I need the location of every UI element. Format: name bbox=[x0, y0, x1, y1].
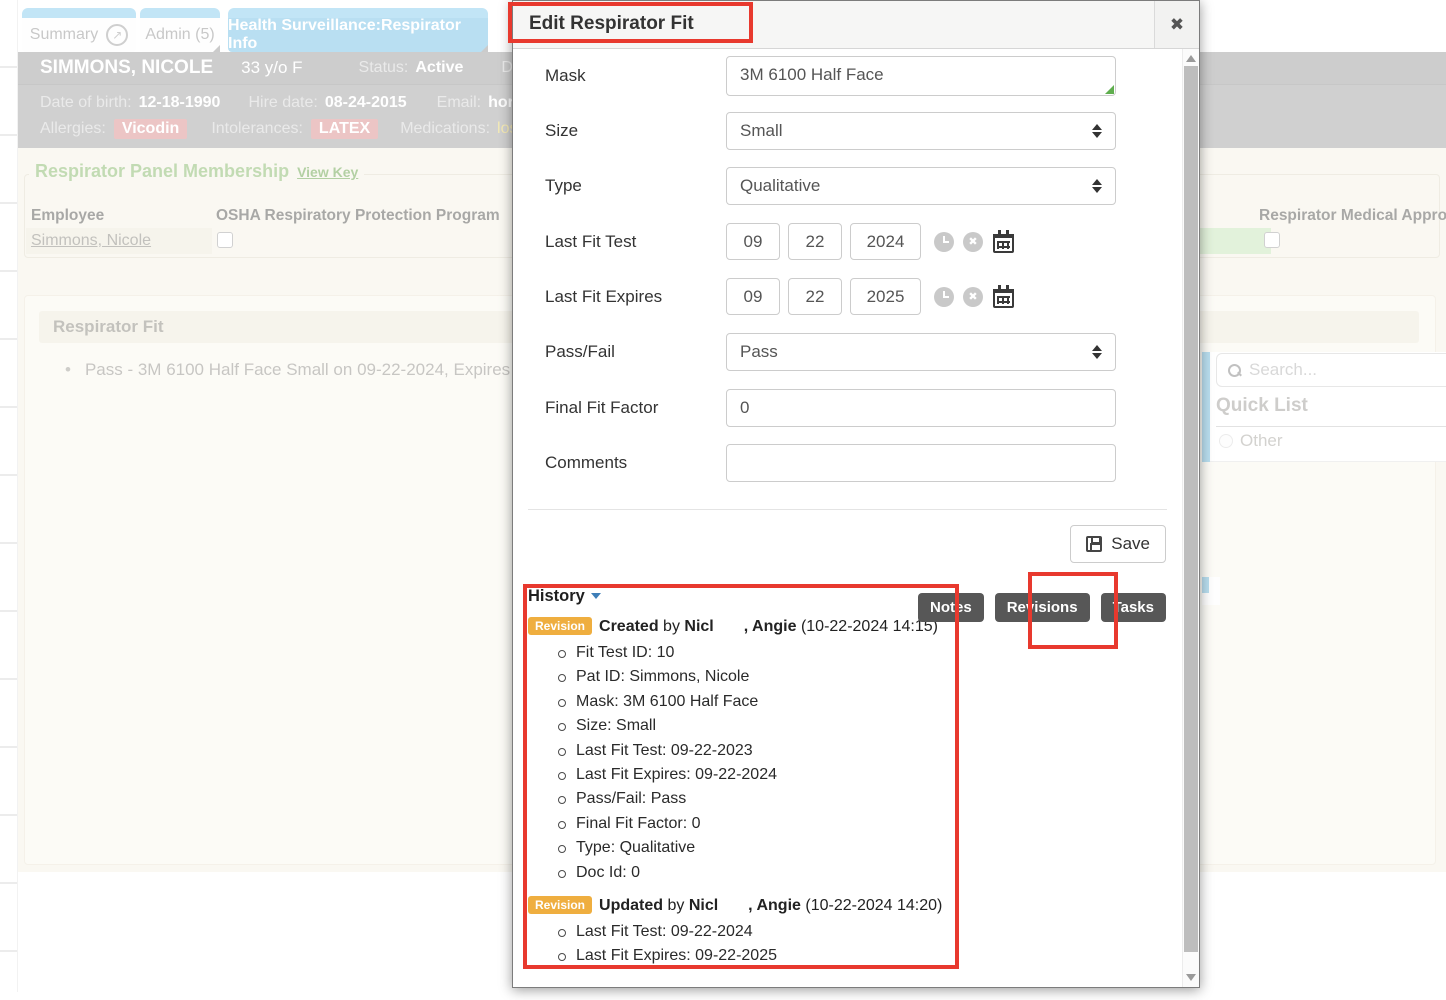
passfail-select[interactable]: Pass bbox=[726, 333, 1116, 371]
size-select[interactable]: Small bbox=[726, 112, 1116, 150]
mask-label: Mask bbox=[513, 66, 726, 86]
last-fit-test-label: Last Fit Test bbox=[513, 232, 726, 252]
last-fit-expires-label: Last Fit Expires bbox=[513, 287, 726, 307]
page: Summary ↗ Admin (5) Health Surveillance:… bbox=[0, 0, 1446, 1000]
passfail-label: Pass/Fail bbox=[513, 342, 726, 362]
size-label: Size bbox=[513, 121, 726, 141]
type-label: Type bbox=[513, 176, 726, 196]
calendar-icon[interactable] bbox=[993, 234, 1014, 253]
select-arrows-icon bbox=[1092, 124, 1102, 138]
last-fit-expires-month-input[interactable] bbox=[726, 278, 780, 315]
scrollbar-thumb[interactable] bbox=[1184, 66, 1198, 952]
scroll-up-icon[interactable] bbox=[1186, 55, 1196, 62]
save-icon bbox=[1086, 536, 1102, 552]
modal-scrollbar[interactable] bbox=[1182, 49, 1199, 987]
calendar-icon[interactable] bbox=[993, 289, 1014, 308]
save-button[interactable]: Save bbox=[1070, 525, 1166, 563]
divider bbox=[528, 509, 1167, 510]
clock-icon[interactable] bbox=[934, 287, 954, 307]
annotation-box-history bbox=[523, 584, 959, 969]
clear-date-icon[interactable]: ✖ bbox=[963, 287, 983, 307]
resize-handle-icon[interactable] bbox=[1105, 85, 1114, 94]
last-fit-expires-year-input[interactable] bbox=[850, 278, 921, 315]
final-fit-factor-input[interactable]: 0 bbox=[726, 389, 1116, 427]
close-icon[interactable]: ✖ bbox=[1154, 1, 1199, 48]
annotation-box-title bbox=[508, 2, 753, 43]
type-select[interactable]: Qualitative bbox=[726, 167, 1116, 205]
comments-label: Comments bbox=[513, 453, 726, 473]
clock-icon[interactable] bbox=[934, 232, 954, 252]
final-fit-factor-label: Final Fit Factor bbox=[513, 398, 726, 418]
clear-date-icon[interactable]: ✖ bbox=[963, 232, 983, 252]
last-fit-test-day-input[interactable] bbox=[788, 223, 842, 260]
comments-input[interactable] bbox=[726, 444, 1116, 482]
scroll-down-icon[interactable] bbox=[1186, 974, 1196, 981]
annotation-box-revisions bbox=[1028, 572, 1118, 649]
last-fit-test-year-input[interactable] bbox=[850, 223, 921, 260]
last-fit-test-month-input[interactable] bbox=[726, 223, 780, 260]
mask-textarea[interactable]: 3M 6100 Half Face bbox=[726, 56, 1116, 96]
last-fit-expires-day-input[interactable] bbox=[788, 278, 842, 315]
select-arrows-icon bbox=[1092, 179, 1102, 193]
select-arrows-icon bbox=[1092, 345, 1102, 359]
